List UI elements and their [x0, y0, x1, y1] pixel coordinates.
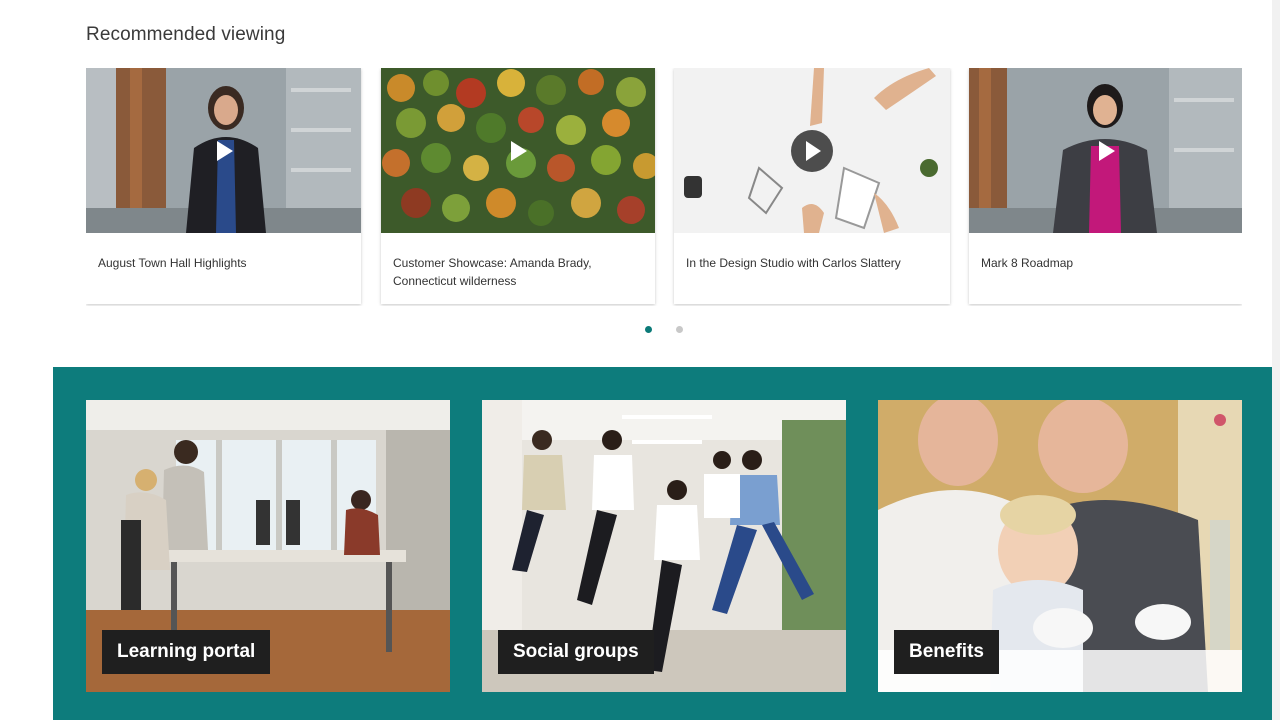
play-button[interactable] — [497, 130, 539, 172]
video-title[interactable]: In the Design Studio with Carlos Slatter… — [686, 254, 938, 272]
video-card[interactable]: August Town Hall Highlights — [86, 68, 361, 304]
play-icon — [1098, 140, 1115, 161]
video-thumbnail[interactable] — [381, 68, 655, 233]
page-scrollbar[interactable] — [1272, 0, 1280, 720]
pager-dot[interactable] — [676, 326, 683, 333]
video-carousel: August Town Hall Highlights Customer Sho… — [86, 68, 1242, 306]
video-thumbnail[interactable] — [969, 68, 1242, 233]
tile-label[interactable]: Benefits — [894, 630, 999, 674]
video-title[interactable]: Mark 8 Roadmap — [981, 254, 1230, 272]
video-card[interactable]: Mark 8 Roadmap — [969, 68, 1242, 304]
video-thumbnail[interactable] — [674, 68, 950, 233]
video-card[interactable]: In the Design Studio with Carlos Slatter… — [674, 68, 950, 304]
tile-label[interactable]: Social groups — [498, 630, 654, 674]
play-button[interactable] — [203, 130, 245, 172]
pager-dot-active[interactable] — [645, 326, 652, 333]
tile-social-groups[interactable]: Social groups — [482, 400, 846, 692]
section-title: Recommended viewing — [86, 24, 286, 45]
play-icon — [216, 140, 233, 161]
video-title[interactable]: August Town Hall Highlights — [98, 254, 349, 272]
tile-label[interactable]: Learning portal — [102, 630, 271, 674]
carousel-pager — [0, 326, 1280, 336]
play-icon — [806, 140, 821, 161]
play-icon — [511, 140, 527, 161]
tile-learning-portal[interactable]: Learning portal — [86, 400, 450, 692]
video-title[interactable]: Customer Showcase: Amanda Brady, Connect… — [393, 254, 643, 290]
play-button[interactable] — [791, 129, 833, 172]
video-thumbnail[interactable] — [86, 68, 361, 233]
tile-benefits[interactable]: Benefits — [878, 400, 1242, 692]
play-button[interactable] — [1085, 130, 1127, 172]
video-card[interactable]: Customer Showcase: Amanda Brady, Connect… — [381, 68, 655, 304]
